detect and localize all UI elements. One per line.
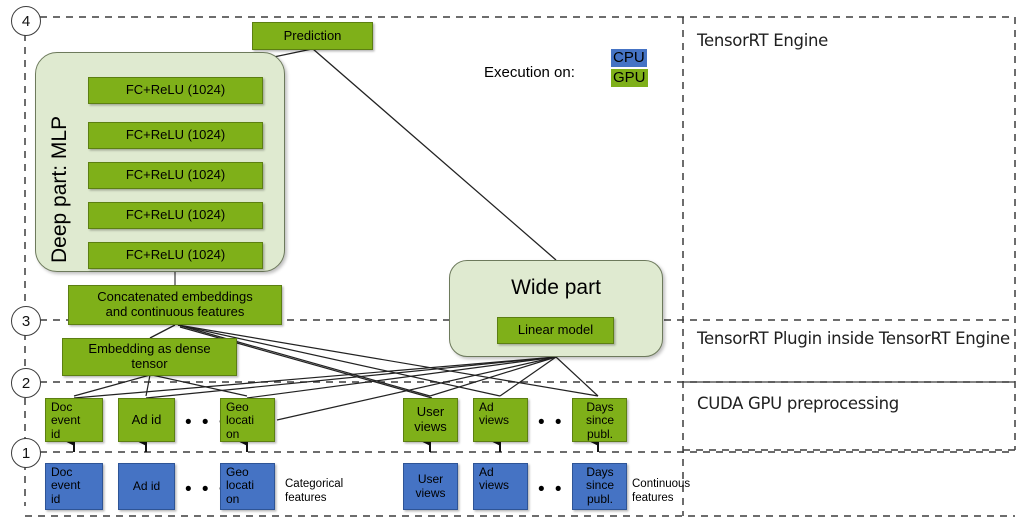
pre-feature-line: event	[51, 413, 81, 428]
linear-model-label: Linear model	[517, 322, 594, 338]
stage-marker-1: 1	[11, 438, 41, 468]
raw-feature-doc-event-id[interactable]: Doc event id	[45, 463, 103, 510]
continuous-features-line-2: features	[632, 492, 674, 505]
pre-feature-line: views	[479, 413, 510, 428]
pre-feature-line: on	[226, 426, 240, 441]
embedding-line-2: tensor	[131, 356, 168, 371]
pre-feature-line: Ad	[479, 400, 494, 414]
raw-feature-user-views[interactable]: User views	[403, 463, 458, 510]
prediction-box[interactable]: Prediction	[252, 22, 373, 50]
stage-marker-2: 2	[11, 368, 41, 398]
fc-layer-3[interactable]: FC+ReLU (1024)	[88, 162, 263, 189]
pre-feature-line: Geo	[226, 400, 249, 414]
raw-feature-line: views	[415, 485, 446, 500]
fc-layer-2[interactable]: FC+ReLU (1024)	[88, 122, 263, 149]
fc-layer-1-label: FC+ReLU (1024)	[125, 82, 226, 98]
raw-feature-line: since	[585, 478, 614, 493]
fc-layer-4-label: FC+ReLU (1024)	[125, 207, 226, 223]
stage-marker-3: 3	[11, 306, 41, 336]
stage-marker-3-label: 3	[21, 312, 31, 330]
pre-feature-user-views[interactable]: User views	[403, 398, 458, 442]
pre-feature-line: id	[51, 426, 61, 441]
diagram-canvas: 4 3 2 1 TensorRT Engine TensorRT Plugin …	[0, 0, 1024, 522]
stage-marker-2-label: 2	[21, 374, 31, 392]
raw-feature-line: Ad	[479, 465, 494, 479]
wide-part-label: Wide part	[511, 276, 601, 299]
raw-feature-line: locati	[226, 478, 255, 493]
raw-feature-line: id	[51, 491, 61, 506]
raw-feature-line: User	[417, 472, 444, 487]
continuous-features-note: Continuous features	[632, 477, 690, 506]
raw-feature-line: Ad id	[132, 478, 161, 493]
pre-feature-line: User	[416, 404, 445, 420]
raw-feature-line: event	[51, 478, 81, 493]
pre-feature-line: Days	[586, 400, 614, 414]
pre-feature-geo-location[interactable]: Geo locati on	[220, 398, 275, 442]
raw-feature-geo-location[interactable]: Geo locati on	[220, 463, 275, 510]
stage-marker-1-label: 1	[21, 444, 31, 462]
embedding-dense-tensor-box[interactable]: Embedding as dense tensor	[62, 338, 237, 376]
stage-marker-4: 4	[11, 6, 41, 36]
stage-marker-4-label: 4	[21, 12, 31, 30]
pre-feature-line: Doc	[51, 400, 73, 414]
concatenated-line-2: and continuous features	[105, 304, 245, 319]
fc-layer-5-label: FC+ReLU (1024)	[125, 247, 226, 263]
raw-feature-line: Doc	[51, 465, 73, 479]
pre-feature-line: publ.	[586, 426, 614, 441]
deep-part-label: Deep part: MLP	[48, 115, 71, 263]
pre-feature-line: Ad id	[131, 411, 162, 427]
label-tensorrt-plugin: TensorRT Plugin inside TensorRT Engine	[697, 329, 1010, 348]
raw-feature-line: Geo	[226, 465, 249, 479]
raw-feature-line: Days	[586, 465, 614, 479]
pre-feature-line: since	[585, 413, 614, 428]
concatenated-features-box[interactable]: Concatenated embeddings and continuous f…	[68, 285, 282, 325]
fc-layer-5[interactable]: FC+ReLU (1024)	[88, 242, 263, 269]
fc-layer-3-label: FC+ReLU (1024)	[125, 167, 226, 183]
pre-feature-ad-views[interactable]: Ad views	[473, 398, 528, 442]
pre-feature-doc-event-id[interactable]: Doc event id	[45, 398, 103, 442]
linear-model-box[interactable]: Linear model	[497, 317, 614, 344]
label-cuda-preprocessing: CUDA GPU preprocessing	[697, 394, 899, 413]
execution-on-label: Execution on:	[484, 64, 575, 81]
pre-feature-days-since-publ[interactable]: Days since publ.	[572, 398, 627, 442]
prediction-label: Prediction	[283, 27, 342, 43]
pre-feature-ad-id[interactable]: Ad id	[118, 398, 175, 442]
gpu-chip: GPU	[611, 69, 648, 87]
embedding-line-1: Embedding as dense	[88, 341, 211, 357]
cpu-chip: CPU	[611, 49, 647, 67]
categorical-features-note: Categorical features	[285, 477, 343, 506]
fc-layer-4[interactable]: FC+ReLU (1024)	[88, 202, 263, 229]
categorical-features-line-2: features	[285, 492, 327, 505]
raw-feature-line: publ.	[586, 491, 614, 506]
categorical-features-line-1: Categorical	[285, 478, 344, 490]
fc-layer-1[interactable]: FC+ReLU (1024)	[88, 77, 263, 104]
raw-feature-line: on	[226, 491, 240, 506]
pre-feature-line: locati	[226, 413, 255, 428]
continuous-features-line-1: Continuous	[632, 478, 691, 490]
raw-feature-line: views	[479, 478, 510, 493]
raw-feature-days-since-publ[interactable]: Days since publ.	[572, 463, 627, 510]
concatenated-line-1: Concatenated embeddings	[97, 289, 253, 305]
raw-feature-ad-id[interactable]: Ad id	[118, 463, 175, 510]
raw-feature-ad-views[interactable]: Ad views	[473, 463, 528, 510]
fc-layer-2-label: FC+ReLU (1024)	[125, 127, 226, 143]
label-tensorrt-engine: TensorRT Engine	[697, 31, 828, 50]
pre-feature-line: views	[414, 419, 447, 434]
